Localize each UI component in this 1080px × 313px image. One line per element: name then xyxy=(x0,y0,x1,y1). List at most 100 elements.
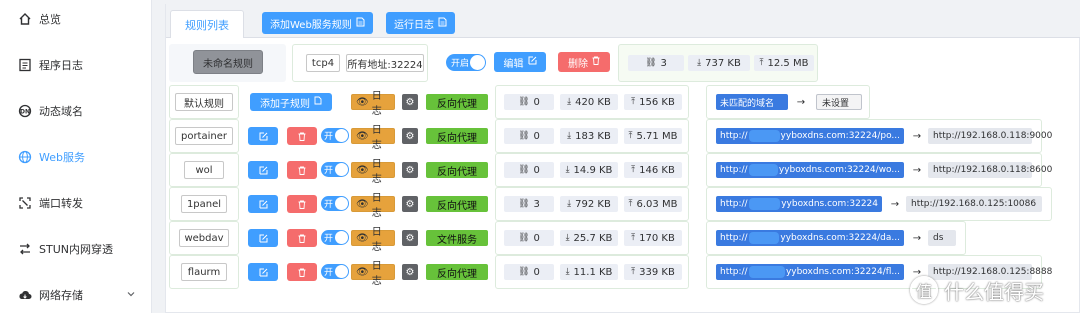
toggle-label: 开 xyxy=(324,234,334,244)
delete-button[interactable] xyxy=(287,263,317,281)
chevron-down-icon[interactable] xyxy=(126,289,136,302)
download-stat: ⤓ 25.7 KB xyxy=(560,230,618,246)
domain-prefix: http:// xyxy=(720,199,748,209)
run-log-label: 运行日志 xyxy=(394,19,434,31)
edit-icon xyxy=(259,132,267,140)
eye-icon: 👁 xyxy=(356,130,369,142)
upload-stat: ⤒ 6.03 MB xyxy=(624,196,682,212)
service-type-tag: 文件服务 xyxy=(426,230,488,246)
settings-icon[interactable]: ⚙ xyxy=(402,128,418,144)
log-tag[interactable]: 👁 日志 xyxy=(351,227,395,253)
edit-icon xyxy=(528,56,537,68)
sidebar-item-ddns[interactable]: DN 动态域名 xyxy=(0,96,152,126)
sidebar-item-overview[interactable]: 总览 xyxy=(0,4,152,34)
redacted-blur xyxy=(748,164,778,176)
domain-prefix: http:// xyxy=(720,233,748,243)
download-stat: ⤓ 792 KB xyxy=(560,196,618,212)
connections-stat: ⛓ 0 xyxy=(504,230,554,246)
edit-button[interactable] xyxy=(248,161,278,179)
domain-tag: http:// yyboxdns.com:32224/da... xyxy=(716,230,904,246)
add-sub-rule-button[interactable]: 添加子规则 xyxy=(250,93,332,111)
target-address: http://192.168.0.118:8600 xyxy=(928,162,1052,178)
settings-icon[interactable]: ⚙ xyxy=(402,94,418,110)
download-value: 792 KB xyxy=(575,198,611,210)
link-icon: ⛓ xyxy=(518,131,530,141)
upload-icon: ⤒ xyxy=(628,199,633,209)
sidebar-item-stun[interactable]: STUN内网穿透 xyxy=(0,234,152,264)
sidebar-item-network-storage[interactable]: 网络存储 xyxy=(0,280,152,310)
toggle-label: 开 xyxy=(324,268,334,278)
log-tag[interactable]: 👁 日志 xyxy=(351,261,395,287)
trash-icon xyxy=(298,234,306,243)
edit-button[interactable] xyxy=(248,263,278,281)
delete-button[interactable] xyxy=(287,229,317,247)
service-type-tag: 反向代理 xyxy=(426,94,488,110)
sidebar-item-label: 动态域名 xyxy=(39,105,83,118)
rule-enable-toggle[interactable]: 开 xyxy=(321,128,349,143)
connections-stat: ⛓ 0 xyxy=(504,264,554,280)
upload-icon: ⤒ xyxy=(631,267,636,277)
sidebar-item-web-service[interactable]: Web服务 xyxy=(0,142,152,172)
target-address: http://192.168.0.118:9000 xyxy=(928,128,1052,144)
upload-icon: ⤒ xyxy=(628,131,633,141)
download-icon: ⤓ xyxy=(697,58,702,68)
edit-button[interactable] xyxy=(248,127,278,145)
domain-tag: http:// yyboxdns.com:32224/wo... xyxy=(716,162,904,178)
log-tag[interactable]: 👁 日志 xyxy=(351,125,395,151)
toggle-knob xyxy=(335,197,348,210)
delete-button[interactable] xyxy=(287,127,317,145)
connections-value: 0 xyxy=(533,266,540,278)
listen-address: 所有地址:32224 xyxy=(346,54,424,72)
edit-button[interactable] xyxy=(248,229,278,247)
upload-stat: ⤒ 12.5 MB xyxy=(754,55,814,71)
sidebar-item-program-log[interactable]: 程序日志 xyxy=(0,50,152,80)
add-web-rule-button[interactable]: 添加Web服务规则 xyxy=(262,12,373,34)
delete-button[interactable] xyxy=(287,161,317,179)
document-icon xyxy=(356,17,365,30)
domain-tag: http:// yyboxdns.com:32224/po... xyxy=(716,128,904,144)
settings-icon[interactable]: ⚙ xyxy=(402,230,418,246)
stun-icon xyxy=(18,242,32,256)
rule-enable-toggle[interactable]: 开 xyxy=(321,196,349,211)
settings-icon[interactable]: ⚙ xyxy=(402,196,418,212)
rule-enable-toggle[interactable]: 开 xyxy=(321,162,349,177)
sub-rule-row: 1panel 开 👁 日志 ⚙ 反向代理 ⛓ 3 ⤓ 792 KB ⤒ 6.03 MB … xyxy=(166,187,1080,221)
log-tag[interactable]: 👁 日志 xyxy=(351,91,395,117)
run-log-button[interactable]: 运行日志 xyxy=(386,12,455,34)
upload-icon: ⤒ xyxy=(631,233,636,243)
log-label: 日志 xyxy=(371,159,382,185)
tab-rule-list[interactable]: 规则列表 xyxy=(170,10,244,38)
sub-rule-row: portainer 开 👁 日志 ⚙ 反向代理 ⛓ 0 ⤓ 183 KB ⤒ 5.71 … xyxy=(166,119,1080,153)
rule-name-button[interactable]: 未命名规则 xyxy=(193,50,263,74)
rule-enable-toggle[interactable]: 开启 xyxy=(446,54,486,71)
delete-button[interactable]: 删除 xyxy=(558,52,610,72)
connections-stat: ⛓ 3 xyxy=(628,55,684,71)
link-icon: ⛓ xyxy=(645,58,657,68)
home-icon xyxy=(18,12,32,26)
log-label: 日志 xyxy=(371,227,382,253)
target-address: http://192.168.0.125:10086 xyxy=(906,196,1042,212)
log-tag[interactable]: 👁 日志 xyxy=(351,159,395,185)
delete-button[interactable] xyxy=(287,195,317,213)
unmatched-domain-tag: 未匹配的域名 xyxy=(716,94,788,110)
domain-suffix: yyboxdns.com:32224/fl... xyxy=(785,267,900,277)
link-icon: ⛓ xyxy=(518,97,530,107)
edit-button[interactable]: 编辑 xyxy=(494,52,546,72)
tab-bar: 规则列表 添加Web服务规则 运行日志 xyxy=(166,4,1080,38)
download-value: 14.9 KB xyxy=(573,164,613,176)
document-icon xyxy=(314,96,322,108)
link-icon: ⛓ xyxy=(518,165,530,175)
rule-enable-toggle[interactable]: 开 xyxy=(321,230,349,245)
settings-icon[interactable]: ⚙ xyxy=(402,264,418,280)
sidebar-item-port-forward[interactable]: 端口转发 xyxy=(0,188,152,218)
download-value: 25.7 KB xyxy=(573,232,613,244)
edit-button[interactable] xyxy=(248,195,278,213)
edit-icon xyxy=(259,268,267,276)
trash-icon xyxy=(592,56,600,68)
log-tag[interactable]: 👁 日志 xyxy=(351,193,395,219)
domain-suffix: yyboxdns.com:32224 xyxy=(781,199,878,209)
settings-icon[interactable]: ⚙ xyxy=(402,162,418,178)
sidebar-item-label: Web服务 xyxy=(39,151,85,164)
toggle-label: 开 xyxy=(324,132,334,142)
rule-enable-toggle[interactable]: 开 xyxy=(321,264,349,279)
